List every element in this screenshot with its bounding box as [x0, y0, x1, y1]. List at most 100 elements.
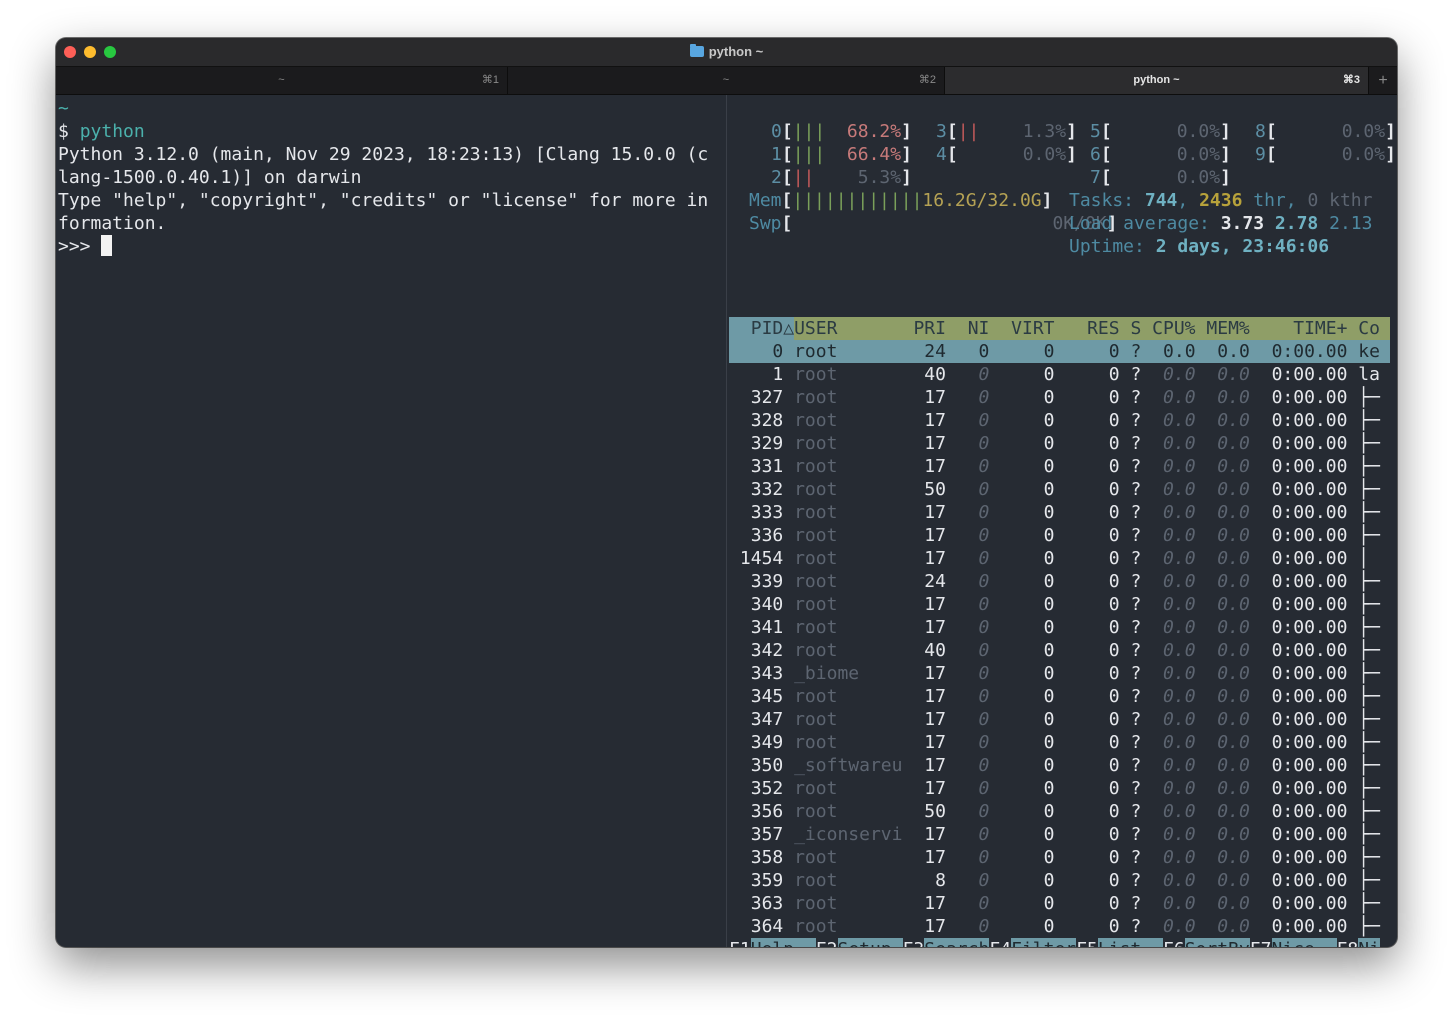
process-row[interactable]: 328 root 17 0 0 0? 0.0 0.0 0:00.00 ├─: [729, 409, 1390, 432]
cell-res: 0: [1108, 525, 1120, 546]
cell-cpu: 0.0: [1163, 594, 1196, 615]
cell-cpu: 0.0: [1163, 525, 1196, 546]
function-key-action[interactable]: Help: [750, 938, 816, 947]
cell-ni: 0: [978, 456, 990, 477]
repl-prompt-line[interactable]: >>>: [58, 235, 113, 258]
cell-s: ?: [1130, 364, 1142, 385]
swap-meter: Swp[ 0K/0K]: [749, 212, 1117, 235]
column-header-cmd[interactable]: Co: [1358, 317, 1391, 340]
cell-mem: 0.0: [1217, 617, 1250, 638]
cell-ni: 0: [978, 801, 990, 822]
column-header-cpu[interactable]: CPU%: [1152, 317, 1195, 340]
cell-pri: 17: [924, 778, 946, 799]
cell-time: 0:00.00: [1271, 870, 1348, 891]
process-row[interactable]: 359 root 8 0 0 0? 0.0 0.0 0:00.00 ├─: [729, 869, 1390, 892]
cell-pri: 17: [924, 824, 946, 845]
process-row[interactable]: 333 root 17 0 0 0? 0.0 0.0 0:00.00 ├─: [729, 501, 1390, 524]
htop-pane[interactable]: 0[||| 68.2%] 1[||| 66.4%] 2[|| 5.3%] 3[|| 1…: [727, 95, 1397, 947]
cell-virt: 0: [1043, 387, 1055, 408]
tab-3[interactable]: python ~ ⌘3: [945, 67, 1369, 94]
process-row[interactable]: 363 root 17 0 0 0? 0.0 0.0 0:00.00 ├─: [729, 892, 1390, 915]
cell-ni: 0: [978, 364, 990, 385]
function-key-action[interactable]: Nice -: [1271, 938, 1337, 947]
output-line: formation.: [58, 213, 167, 234]
process-row[interactable]: 352 root 17 0 0 0? 0.0 0.0 0:00.00 ├─: [729, 777, 1390, 800]
process-row[interactable]: 1 root 40 0 0 0? 0.0 0.0 0:00.00 la: [729, 363, 1390, 386]
process-row[interactable]: 336 root 17 0 0 0? 0.0 0.0 0:00.00 ├─: [729, 524, 1390, 547]
cell-cpu: 0.0: [1163, 870, 1196, 891]
cell-virt: 0: [1043, 571, 1055, 592]
function-key-action[interactable]: SortBy: [1184, 938, 1250, 947]
cell-ni: 0: [978, 686, 990, 707]
cell-user: root: [794, 847, 838, 868]
function-key-action[interactable]: Search: [924, 938, 990, 947]
process-row[interactable]: 357 _iconservi 17 0 0 0? 0.0 0.0 0:00.00 ├─: [729, 823, 1390, 846]
cell-s: ?: [1130, 387, 1142, 408]
cell-s: ?: [1130, 548, 1142, 569]
cell-user: root: [794, 686, 838, 707]
cell-s: ?: [1130, 571, 1142, 592]
cell-pid: 356: [750, 801, 784, 822]
process-row[interactable]: 339 root 24 0 0 0? 0.0 0.0 0:00.00 ├─: [729, 570, 1390, 593]
function-key-action[interactable]: Setup: [837, 938, 903, 947]
cell-cpu: 0.0: [1163, 801, 1196, 822]
cell-cmd: ├─: [1358, 433, 1380, 454]
left-terminal-pane[interactable]: ~ $ python Python 3.12.0 (main, Nov 29 2…: [56, 95, 727, 947]
tab-1[interactable]: ~ ⌘1: [56, 67, 508, 94]
cell-virt: 0: [1043, 686, 1055, 707]
function-key-action[interactable]: Ni: [1358, 938, 1380, 947]
column-header-s[interactable]: S: [1130, 317, 1141, 340]
column-header-mem[interactable]: MEM%: [1206, 317, 1249, 340]
sp: [1318, 213, 1329, 234]
new-tab-button[interactable]: +: [1369, 67, 1397, 94]
process-row[interactable]: 356 root 50 0 0 0? 0.0 0.0 0:00.00 ├─: [729, 800, 1390, 823]
process-row[interactable]: 0 root 24 0 0 0? 0.0 0.0 0:00.00 ke: [729, 340, 1390, 363]
cell-res: 0: [1108, 387, 1120, 408]
column-header-time[interactable]: TIME+: [1261, 317, 1347, 340]
process-row[interactable]: 332 root 50 0 0 0? 0.0 0.0 0:00.00 ├─: [729, 478, 1390, 501]
cell-virt: 0: [1043, 801, 1055, 822]
cell-pri: 50: [924, 479, 946, 500]
cell-user: root: [794, 709, 838, 730]
cell-pid: 359: [750, 870, 784, 891]
cell-user: root: [794, 433, 838, 454]
process-row[interactable]: 331 root 17 0 0 0? 0.0 0.0 0:00.00 ├─: [729, 455, 1390, 478]
process-row[interactable]: 329 root 17 0 0 0? 0.0 0.0 0:00.00 ├─: [729, 432, 1390, 455]
process-row[interactable]: 342 root 40 0 0 0? 0.0 0.0 0:00.00 ├─: [729, 639, 1390, 662]
column-header-virt[interactable]: VIRT: [1000, 317, 1054, 340]
cell-pri: 24: [924, 571, 946, 592]
process-row[interactable]: 340 root 17 0 0 0? 0.0 0.0 0:00.00 ├─: [729, 593, 1390, 616]
column-header-res[interactable]: RES: [1065, 317, 1120, 340]
process-row[interactable]: 349 root 17 0 0 0? 0.0 0.0 0:00.00 ├─: [729, 731, 1390, 754]
cell-pri: 17: [924, 387, 946, 408]
cell-pid: 332: [750, 479, 784, 500]
cell-virt: 0: [1043, 525, 1055, 546]
cell-res: 0: [1108, 870, 1120, 891]
meter-bracket: [: [946, 121, 958, 142]
function-key-action[interactable]: Filter: [1011, 938, 1077, 947]
column-header-ni[interactable]: NI: [957, 317, 990, 340]
column-header-pid[interactable]: PID△: [729, 317, 794, 340]
cpu-value: 0.0%: [1176, 121, 1221, 142]
cell-time: 0:00.00: [1271, 617, 1348, 638]
process-row[interactable]: 341 root 17 0 0 0? 0.0 0.0 0:00.00 ├─: [729, 616, 1390, 639]
cell-mem: 0.0: [1217, 410, 1250, 431]
process-row[interactable]: 347 root 17 0 0 0? 0.0 0.0 0:00.00 ├─: [729, 708, 1390, 731]
process-row[interactable]: 327 root 17 0 0 0? 0.0 0.0 0:00.00 ├─: [729, 386, 1390, 409]
column-header-pri[interactable]: PRI: [913, 317, 946, 340]
cpu-value: 68.2%: [846, 121, 902, 142]
function-key-action[interactable]: List: [1097, 938, 1163, 947]
cell-pid: 345: [750, 686, 784, 707]
process-row[interactable]: 358 root 17 0 0 0? 0.0 0.0 0:00.00 ├─: [729, 846, 1390, 869]
process-row[interactable]: 345 root 17 0 0 0? 0.0 0.0 0:00.00 ├─: [729, 685, 1390, 708]
process-row[interactable]: 1454 root 17 0 0 0? 0.0 0.0 0:00.00 │: [729, 547, 1390, 570]
cell-cpu: 0.0: [1163, 387, 1196, 408]
column-header-user[interactable]: USER: [794, 317, 903, 340]
process-row[interactable]: 343 _biome 17 0 0 0? 0.0 0.0 0:00.00 ├─: [729, 662, 1390, 685]
cell-pid: 363: [750, 893, 784, 914]
function-key-F6: F6: [1163, 938, 1185, 947]
process-row[interactable]: 350 _softwareu 17 0 0 0? 0.0 0.0 0:00.00 ├─: [729, 754, 1390, 777]
process-row[interactable]: 364 root 17 0 0 0? 0.0 0.0 0:00.00 ├─: [729, 915, 1390, 938]
tab-2[interactable]: ~ ⌘2: [508, 67, 945, 94]
cell-user: root: [794, 341, 838, 362]
